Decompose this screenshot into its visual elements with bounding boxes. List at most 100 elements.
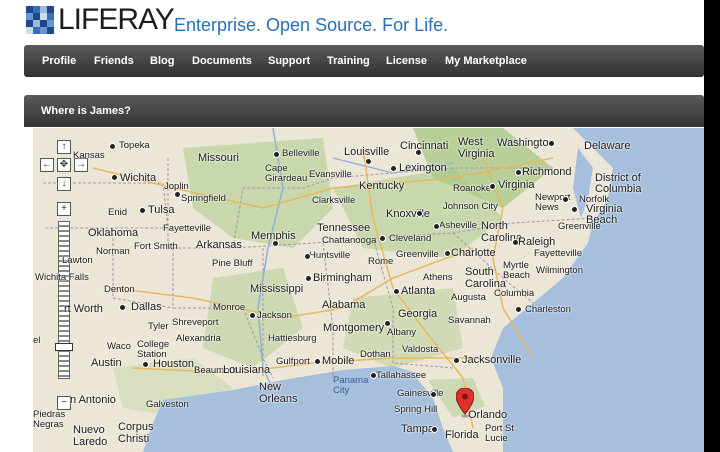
map-pin-icon[interactable] [456,388,474,418]
map-label: Fayetteville [534,248,583,259]
map-label: Washington [497,137,555,149]
map-label: Greenville [396,249,439,260]
map-label: Knoxville [386,208,431,220]
map-label: Wichita [120,172,157,184]
map-label: Kansas [73,150,105,161]
nav-item-license[interactable]: License [386,45,427,77]
city-dot [304,253,311,260]
map-label: Shreveport [172,317,219,328]
map-label: Clarksville [312,195,356,206]
map-label: Tulsa [148,204,175,216]
city-dot [305,275,312,282]
brand-name[interactable]: LIFERAY [58,3,175,37]
city-dot [379,235,386,242]
map-label: Louisiana [223,364,271,376]
map-label: Evansville [309,169,352,180]
city-dot [512,239,519,246]
city-dot [415,149,422,156]
nav-item-training[interactable]: Training [327,45,370,77]
map-label: Tyler [148,321,169,332]
city-dot [119,304,126,311]
map-label: Charleston [525,304,571,315]
zoom-slider-thumb[interactable] [55,343,73,351]
zoom-slider-track[interactable] [58,221,70,379]
city-dot [515,306,522,313]
city-dot [272,240,279,247]
nav-item-my-marketplace[interactable]: My Marketplace [445,45,527,77]
map-label: Pine Bluff [212,258,253,269]
city-dot [430,391,437,398]
map-label: Waco [107,341,131,352]
map-label: Albany [387,327,417,338]
map-label: New Orleans [259,381,298,405]
map-label: rt Worth [64,303,103,315]
map-label: Athens [423,272,453,283]
city-dot [571,206,578,213]
map-label: Denton [104,284,135,295]
zoom-out-button[interactable]: − [57,396,71,410]
map-label: Panama City [333,375,369,396]
map-label: Asheville [439,220,478,231]
map-label: Mobile [322,355,355,367]
map-label: Jackson [257,310,292,321]
map-label: Tampa [401,423,435,435]
map-label: College Station [137,339,170,360]
map-label: Arkansas [196,239,242,251]
nav-item-friends[interactable]: Friends [94,45,134,77]
map-label: Mississippi [250,283,304,295]
map-label: Missouri [198,152,239,164]
map-label: Fayetteville [163,223,212,234]
map-label: Nuevo Laredo [73,424,108,448]
city-dot [139,207,146,214]
map-label: Wilmington [536,265,583,276]
map-label: West Virginia [458,136,495,160]
map-label: Dallas [131,301,162,313]
map-label: Virginia [498,179,535,191]
map-label: Cleveland [389,233,432,244]
map-label: Richmond [522,166,572,178]
map-label: Lexington [399,162,447,174]
map-label: n Antonio [70,394,116,406]
pan-down-button[interactable]: ↓ [57,177,71,191]
city-dot [433,223,440,230]
nav-item-blog[interactable]: Blog [150,45,174,77]
city-dot [174,191,181,198]
map-label: Columbia [494,288,535,299]
city-dot [370,372,377,379]
city-dot [515,169,522,176]
map-label: Georgia [398,308,438,320]
site-header: LIFERAY Enterprise. Open Source. For Lif… [0,0,720,44]
map-label: Fort Smith [134,241,178,252]
pan-left-button[interactable]: ← [40,158,54,172]
city-dot [142,361,149,368]
main-navigation: Profile Friends Blog Documents Support T… [24,45,704,77]
map-label: Enid [108,207,128,218]
map-label: Austin [91,357,122,369]
map-label: Oklahoma [88,227,139,239]
zoom-in-button[interactable]: + [57,202,71,216]
nav-item-support[interactable]: Support [268,45,310,77]
map-label: Houston [153,358,194,370]
google-map[interactable]: ↑ ← ✥ → ↓ + − Kansas Topeka Missouri Bel… [33,128,704,452]
map-label: Myrtle Beach [503,260,530,281]
map-label: Louisville [344,146,390,158]
map-label: Valdosta [402,344,439,355]
pan-center-button[interactable]: ✥ [57,158,71,172]
map-label: Dothan [360,349,391,360]
liferay-logo-icon[interactable] [26,6,54,34]
nav-item-profile[interactable]: Profile [42,45,76,77]
nav-item-documents[interactable]: Documents [192,45,252,77]
map-label: Savannah [448,315,491,326]
map-label: Lawton [62,255,93,266]
map-label: Gulfport [276,356,310,367]
city-dot [489,183,496,190]
map-label: South Carolina [465,266,506,290]
city-dot [431,426,438,433]
city-dot [548,140,555,147]
map-label: Greenville [558,221,601,232]
map-label: Springfield [181,193,226,204]
map-label: Florida [445,429,479,441]
map-label: Jacksonville [462,354,522,366]
map-label: Tennessee [317,222,371,234]
pan-up-button[interactable]: ↑ [57,140,71,154]
